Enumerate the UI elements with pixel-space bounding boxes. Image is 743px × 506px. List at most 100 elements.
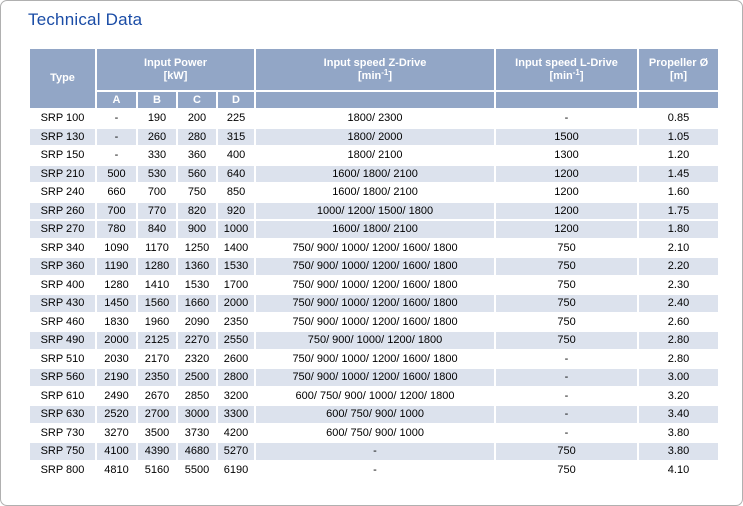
- l-drive-speed-cell: 1200: [495, 183, 638, 202]
- sub-header-spacer-z-drive: [255, 91, 495, 109]
- type-cell: SRP 560: [29, 368, 96, 387]
- propeller-diameter-cell: 2.80: [638, 350, 719, 369]
- input-power-b-cell: 530: [137, 165, 177, 184]
- l-drive-speed-cell: 1200: [495, 220, 638, 239]
- table-row: SRP 6302520270030003300600/ 750/ 900/ 10…: [29, 405, 719, 424]
- table-row: SRP 2406607007508501600/ 1800/ 210012001…: [29, 183, 719, 202]
- input-power-d-cell: 920: [217, 202, 255, 221]
- input-power-a-cell: 4100: [96, 442, 137, 461]
- type-cell: SRP 360: [29, 257, 96, 276]
- input-power-c-cell: 2500: [177, 368, 217, 387]
- technical-data-table: Type Input Power [kW] Input speed Z-Driv…: [28, 47, 720, 480]
- z-drive-speed-cell: 1600/ 1800/ 2100: [255, 183, 495, 202]
- l-drive-speed-cell: -: [495, 350, 638, 369]
- input-power-d-cell: 2550: [217, 331, 255, 350]
- input-power-c-cell: 5500: [177, 461, 217, 480]
- l-drive-speed-cell: 750: [495, 257, 638, 276]
- propeller-diameter-cell: 2.20: [638, 257, 719, 276]
- z-drive-speed-cell: 600/ 750/ 900/ 1000: [255, 405, 495, 424]
- table-row: SRP 6102490267028503200600/ 750/ 900/ 10…: [29, 387, 719, 406]
- l-drive-speed-cell: 750: [495, 442, 638, 461]
- table-row: SRP 2105005305606401600/ 1800/ 210012001…: [29, 165, 719, 184]
- column-header-type: Type: [29, 48, 96, 109]
- input-power-c-cell: 2270: [177, 331, 217, 350]
- input-power-c-cell: 3730: [177, 424, 217, 443]
- table-row: SRP 2607007708209201000/ 1200/ 1500/ 180…: [29, 202, 719, 221]
- l-drive-speed-cell: 750: [495, 461, 638, 480]
- z-drive-speed-cell: 750/ 900/ 1000/ 1200/ 1600/ 1800: [255, 239, 495, 258]
- z-drive-speed-cell: -: [255, 461, 495, 480]
- input-power-b-cell: 1560: [137, 294, 177, 313]
- input-power-b-cell: 2700: [137, 405, 177, 424]
- input-power-b-cell: 1170: [137, 239, 177, 258]
- input-power-c-cell: 2090: [177, 313, 217, 332]
- input-power-c-cell: 3000: [177, 405, 217, 424]
- input-power-b-cell: 2350: [137, 368, 177, 387]
- l-drive-speed-cell: -: [495, 109, 638, 128]
- z-drive-speed-cell: 750/ 900/ 1000/ 1200/ 1600/ 1800: [255, 313, 495, 332]
- propeller-diameter-cell: 2.10: [638, 239, 719, 258]
- propeller-diameter-cell: 4.10: [638, 461, 719, 480]
- propeller-diameter-cell: 1.80: [638, 220, 719, 239]
- input-power-a-cell: 2000: [96, 331, 137, 350]
- input-power-a-cell: 1190: [96, 257, 137, 276]
- z-drive-speed-cell: -: [255, 442, 495, 461]
- propeller-diameter-cell: 2.30: [638, 276, 719, 295]
- type-cell: SRP 270: [29, 220, 96, 239]
- input-power-a-cell: 2030: [96, 350, 137, 369]
- input-power-a-cell: 1090: [96, 239, 137, 258]
- input-power-a-cell: 780: [96, 220, 137, 239]
- type-cell: SRP 400: [29, 276, 96, 295]
- type-cell: SRP 510: [29, 350, 96, 369]
- input-power-d-cell: 2600: [217, 350, 255, 369]
- table-row: SRP 4601830196020902350750/ 900/ 1000/ 1…: [29, 313, 719, 332]
- input-power-b-cell: 330: [137, 146, 177, 165]
- type-cell: SRP 610: [29, 387, 96, 406]
- table-row: SRP 5602190235025002800750/ 900/ 1000/ 1…: [29, 368, 719, 387]
- z-drive-speed-cell: 1600/ 1800/ 2100: [255, 220, 495, 239]
- input-power-c-cell: 750: [177, 183, 217, 202]
- input-power-a-cell: 4810: [96, 461, 137, 480]
- l-drive-unit: [min-1]: [496, 70, 637, 83]
- input-power-c-cell: 2850: [177, 387, 217, 406]
- input-power-d-cell: 3300: [217, 405, 255, 424]
- input-power-b-cell: 3500: [137, 424, 177, 443]
- input-power-d-cell: 640: [217, 165, 255, 184]
- column-header-z-drive: Input speed Z-Drive [min-1]: [255, 48, 495, 91]
- input-power-d-cell: 4200: [217, 424, 255, 443]
- column-header-a: A: [96, 91, 137, 109]
- input-power-d-cell: 850: [217, 183, 255, 202]
- input-power-d-cell: 1400: [217, 239, 255, 258]
- type-cell: SRP 730: [29, 424, 96, 443]
- table-row: SRP 4001280141015301700750/ 900/ 1000/ 1…: [29, 276, 719, 295]
- propeller-diameter-cell: 3.20: [638, 387, 719, 406]
- propeller-diameter-cell: 3.00: [638, 368, 719, 387]
- propeller-diameter-cell: 3.80: [638, 424, 719, 443]
- header-row-sub: A B C D: [29, 91, 719, 109]
- column-header-l-drive: Input speed L-Drive [min-1]: [495, 48, 638, 91]
- page-title: Technical Data: [28, 10, 142, 30]
- column-header-d: D: [217, 91, 255, 109]
- column-header-c: C: [177, 91, 217, 109]
- propeller-label: Propeller Ø: [639, 57, 718, 70]
- input-power-c-cell: 4680: [177, 442, 217, 461]
- propeller-diameter-cell: 1.75: [638, 202, 719, 221]
- input-power-d-cell: 6190: [217, 461, 255, 480]
- l-drive-speed-cell: -: [495, 387, 638, 406]
- type-cell: SRP 260: [29, 202, 96, 221]
- type-cell: SRP 210: [29, 165, 96, 184]
- input-power-a-cell: 2520: [96, 405, 137, 424]
- type-cell: SRP 100: [29, 109, 96, 128]
- table-row: SRP 7504100439046805270-7503.80: [29, 442, 719, 461]
- l-drive-speed-cell: 750: [495, 294, 638, 313]
- type-cell: SRP 630: [29, 405, 96, 424]
- propeller-diameter-cell: 1.05: [638, 128, 719, 147]
- table-row: SRP 3601190128013601530750/ 900/ 1000/ 1…: [29, 257, 719, 276]
- input-power-b-cell: 1960: [137, 313, 177, 332]
- table-row: SRP 130-2602803151800/ 200015001.05: [29, 128, 719, 147]
- table-row: SRP 4902000212522702550750/ 900/ 1000/ 1…: [29, 331, 719, 350]
- input-power-d-cell: 225: [217, 109, 255, 128]
- l-drive-speed-cell: 750: [495, 276, 638, 295]
- propeller-diameter-cell: 3.80: [638, 442, 719, 461]
- z-drive-speed-cell: 750/ 900/ 1000/ 1200/ 1600/ 1800: [255, 350, 495, 369]
